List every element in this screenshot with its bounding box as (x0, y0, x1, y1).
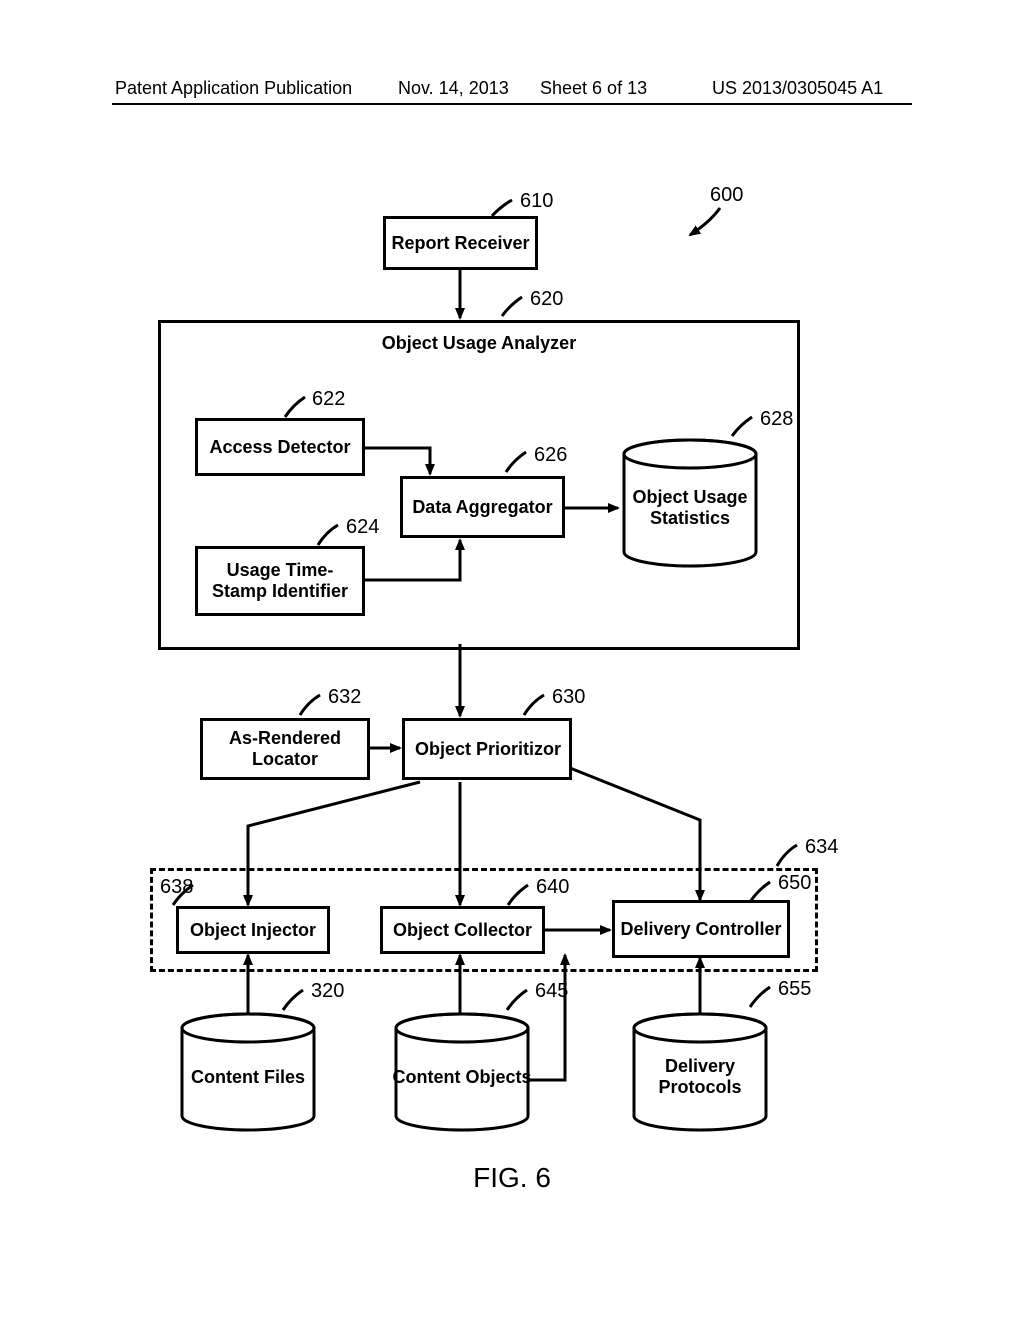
ref-650: 650 (778, 872, 811, 895)
ref-645: 645 (535, 980, 568, 1003)
ref-628: 628 (760, 408, 793, 431)
block-data-aggregator: Data Aggregator (400, 476, 565, 538)
db-content-files: Content Files (178, 1012, 318, 1132)
block-report-receiver: Report Receiver (383, 216, 538, 270)
block-delivery-controller: Delivery Controller (612, 900, 790, 958)
figure-caption: FIG. 6 (0, 1162, 1024, 1194)
label-delivery-protocols: Delivery Protocols (630, 1012, 770, 1132)
ref-624: 624 (346, 516, 379, 539)
ref-320: 320 (311, 980, 344, 1003)
label-content-objects: Content Objects (392, 1012, 532, 1132)
block-object-collector: Object Collector (380, 906, 545, 954)
ref-610: 610 (520, 190, 553, 213)
ref-600: 600 (710, 184, 743, 207)
block-object-injector: Object Injector (176, 906, 330, 954)
ref-630: 630 (552, 686, 585, 709)
ref-655: 655 (778, 978, 811, 1001)
ref-620: 620 (530, 288, 563, 311)
ref-626: 626 (534, 444, 567, 467)
ref-622: 622 (312, 388, 345, 411)
db-content-objects: Content Objects (392, 1012, 532, 1132)
block-access-detector: Access Detector (195, 418, 365, 476)
block-object-prioritizor: Object Prioritizor (402, 718, 572, 780)
db-object-usage-statistics: Object Usage Statistics (620, 438, 760, 568)
label-object-usage-analyzer: Object Usage Analyzer (161, 333, 797, 354)
ref-640: 640 (536, 876, 569, 899)
label-object-usage-statistics: Object Usage Statistics (620, 438, 760, 568)
figure-6-diagram: Report Receiver 610 600 Object Usage Ana… (0, 0, 1024, 1320)
ref-634: 634 (805, 836, 838, 859)
ref-638: 638 (160, 876, 193, 899)
block-as-rendered-locator: As-Rendered Locator (200, 718, 370, 780)
block-usage-time-stamp-identifier: Usage Time-Stamp Identifier (195, 546, 365, 616)
label-content-files: Content Files (178, 1012, 318, 1132)
ref-632: 632 (328, 686, 361, 709)
db-delivery-protocols: Delivery Protocols (630, 1012, 770, 1132)
